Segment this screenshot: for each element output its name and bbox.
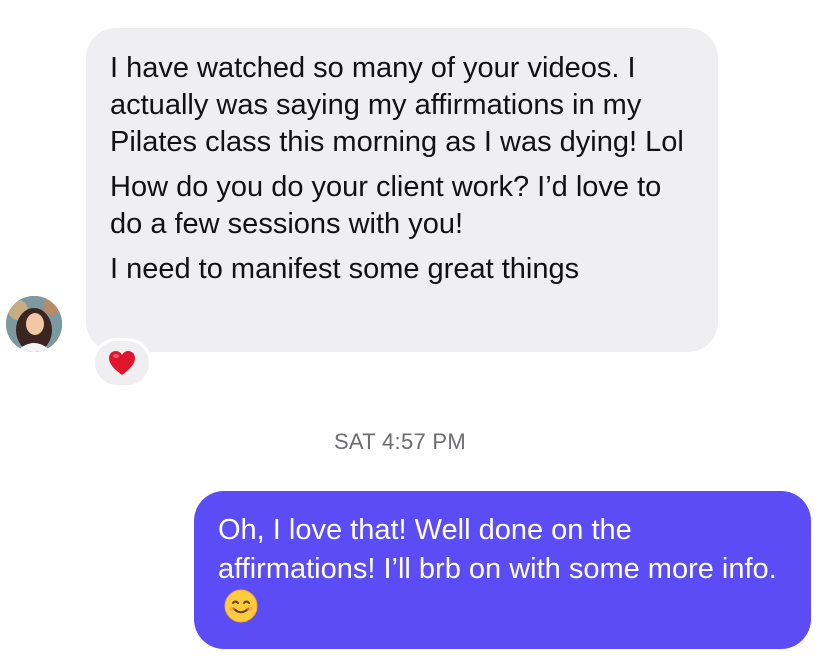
outgoing-message-text: Oh, I love that! Well done on the affirm… bbox=[218, 514, 777, 585]
avatar-photo-icon bbox=[6, 296, 62, 352]
incoming-message-bubble[interactable]: I have watched so many of your videos. I… bbox=[86, 28, 718, 352]
message-timestamp: SAT 4:57 PM bbox=[333, 429, 467, 454]
message-reaction[interactable] bbox=[92, 338, 152, 388]
heart-icon bbox=[109, 351, 135, 375]
message-thread: I have watched so many of your videos. I… bbox=[0, 0, 821, 670]
smiling-face-icon bbox=[224, 589, 258, 634]
incoming-paragraph: I need to manifest some great things bbox=[110, 253, 580, 285]
incoming-paragraph: I have watched so many of your videos. I… bbox=[110, 52, 684, 158]
outgoing-message-bubble[interactable]: Oh, I love that! Well done on the affirm… bbox=[194, 491, 811, 649]
contact-avatar[interactable] bbox=[6, 296, 62, 352]
incoming-paragraph: How do you do your client work? I’d love… bbox=[110, 171, 662, 240]
